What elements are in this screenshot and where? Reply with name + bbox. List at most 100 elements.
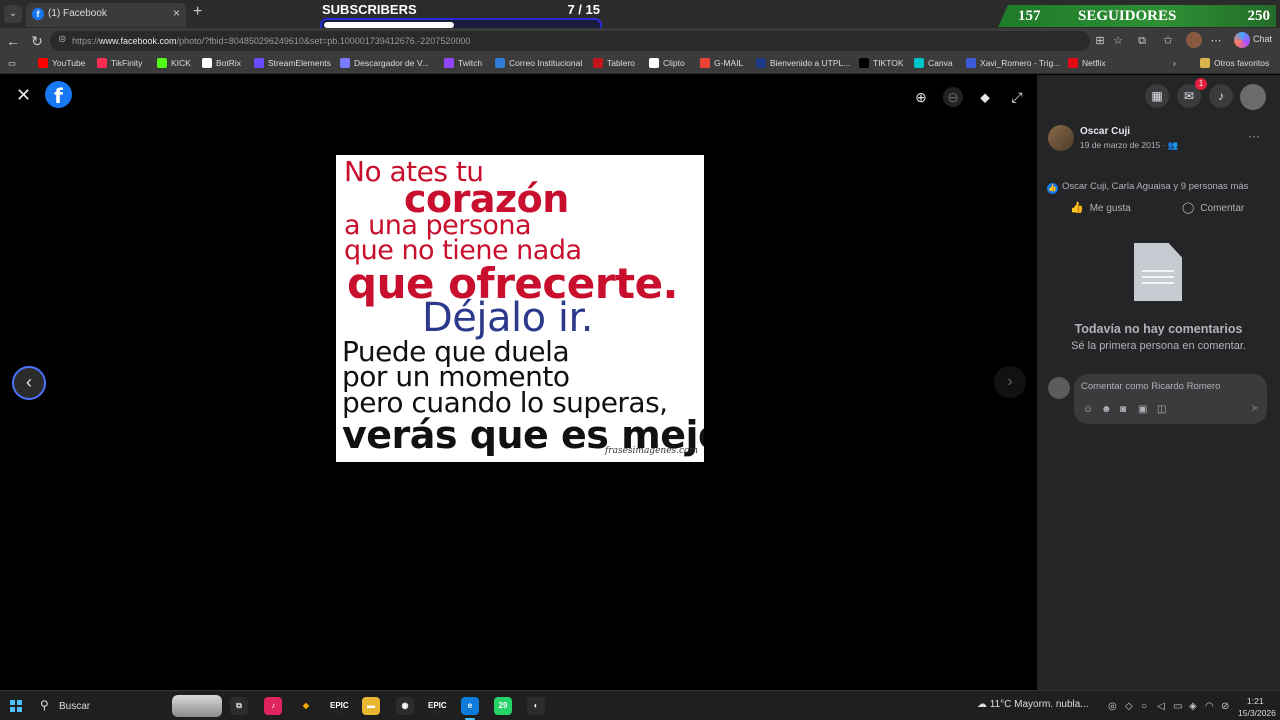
- chat-label[interactable]: Chat: [1253, 34, 1272, 44]
- favorites-icon[interactable]: ✩: [1160, 33, 1176, 49]
- author-avatar[interactable]: [1048, 125, 1074, 151]
- bell-icon[interactable]: ♪: [1209, 84, 1233, 108]
- comment-button[interactable]: ◯ Comentar: [1182, 201, 1244, 214]
- bookmark[interactable]: KICK: [157, 58, 191, 68]
- bookmark[interactable]: Descargador de V...: [340, 58, 429, 68]
- zoom-in-icon[interactable]: ⊕: [911, 87, 931, 107]
- bookmark[interactable]: Canva: [914, 58, 953, 68]
- epic-games-icon[interactable]: EPIC: [330, 697, 349, 715]
- bookmark-label: Xavi_Romero - Trig...: [980, 58, 1061, 68]
- new-tab-icon[interactable]: +: [193, 3, 202, 21]
- bookmark[interactable]: Correo Institucional: [495, 58, 582, 68]
- bookmark[interactable]: TIKTOK: [859, 58, 904, 68]
- wifi-icon[interactable]: ◠: [1205, 701, 1214, 712]
- tray-icon[interactable]: ◈: [1189, 701, 1197, 712]
- bookmark[interactable]: TikFinity: [97, 58, 142, 68]
- reload-icon[interactable]: ↻: [28, 32, 46, 50]
- url-field[interactable]: ⊜ https://www.facebook.com/photo/?fbid=8…: [50, 31, 1090, 51]
- chevron-right-icon[interactable]: ›: [1173, 58, 1176, 68]
- tablero-icon: [593, 58, 603, 68]
- gif-icon[interactable]: ▣: [1138, 404, 1147, 415]
- avatar-sticker-icon[interactable]: ☺: [1083, 404, 1093, 415]
- other-favorites[interactable]: Otros favoritos: [1200, 58, 1269, 68]
- emoji-icon[interactable]: ☻: [1101, 404, 1112, 415]
- windows-start-icon[interactable]: [10, 700, 22, 712]
- clipto-icon: [649, 58, 659, 68]
- extensions-icon[interactable]: ⧉: [1134, 33, 1150, 49]
- reactions-summary[interactable]: 👍 Oscar Cuji, Carla Aguaisa y 9 personas …: [1047, 181, 1248, 194]
- bookmark[interactable]: G-MAIL: [700, 58, 743, 68]
- fullscreen-icon[interactable]: ⤢: [1007, 87, 1027, 107]
- previous-photo-button[interactable]: ‹: [12, 366, 46, 400]
- tab-close-icon[interactable]: ×: [173, 6, 180, 20]
- post-date[interactable]: 19 de marzo de 2015 · 👥: [1080, 140, 1178, 151]
- tray-icon[interactable]: ⊘: [1221, 701, 1229, 712]
- copilot-icon[interactable]: [1234, 32, 1250, 48]
- tag-icon[interactable]: ⬥: [975, 87, 995, 107]
- search-icon[interactable]: ⚲: [40, 698, 49, 712]
- sticker-icon[interactable]: ◫: [1157, 404, 1166, 415]
- obs-icon[interactable]: ◉: [396, 697, 414, 715]
- volume-icon[interactable]: ◁: [1157, 701, 1165, 712]
- bookmark[interactable]: Tablero: [593, 58, 635, 68]
- whatsapp-tray-icon[interactable]: ◎: [1108, 701, 1117, 712]
- bookmark[interactable]: Bienvenido a UTPL...: [756, 58, 850, 68]
- edge-icon[interactable]: e: [461, 697, 479, 715]
- close-icon[interactable]: ✕: [16, 85, 31, 106]
- more-options-icon[interactable]: ···: [1248, 129, 1260, 143]
- browser-tab[interactable]: f (1) Facebook ×: [26, 3, 186, 27]
- menu-grid-icon[interactable]: ▦: [1145, 84, 1169, 108]
- document-icon: [1134, 243, 1182, 301]
- tiktok-studio-icon[interactable]: ♪: [264, 697, 282, 715]
- mail-icon: [495, 58, 505, 68]
- bookmark-label: G-MAIL: [714, 58, 744, 68]
- bookmark[interactable]: YouTube: [38, 58, 85, 68]
- tray-icon[interactable]: ○: [1141, 701, 1147, 712]
- epic-launcher-icon[interactable]: EPIC: [428, 697, 447, 715]
- clock-date[interactable]: 15/3/2026: [1238, 708, 1276, 718]
- app-install-icon[interactable]: ⊞: [1092, 33, 1108, 49]
- like-button[interactable]: 👍 Me gusta: [1070, 201, 1131, 214]
- tiktok-icon: [859, 58, 869, 68]
- bookmark[interactable]: Xavi_Romero - Trig...: [966, 58, 1060, 68]
- task-view-icon[interactable]: ⧉: [230, 697, 248, 715]
- bookmark[interactable]: Twitch: [444, 58, 482, 68]
- camera-icon[interactable]: ◙: [1120, 404, 1126, 415]
- bookmark[interactable]: Netflix: [1068, 58, 1106, 68]
- network-icon[interactable]: ▭: [1173, 701, 1182, 712]
- search-highlight-image[interactable]: [172, 695, 222, 717]
- account-avatar[interactable]: [1240, 84, 1266, 110]
- app-icon[interactable]: ◆: [297, 697, 315, 715]
- tikfinity-icon: [97, 58, 107, 68]
- facebook-logo-icon[interactable]: f: [45, 81, 72, 108]
- bookmark-label: Tablero: [607, 58, 635, 68]
- zoom-out-icon[interactable]: ⊖: [943, 87, 963, 107]
- bookmark[interactable]: BotRix: [202, 58, 241, 68]
- favorite-star-icon[interactable]: ☆: [1110, 33, 1126, 49]
- next-photo-button[interactable]: ›: [994, 366, 1026, 398]
- whatsapp-icon[interactable]: 29: [494, 697, 512, 715]
- more-menu-icon[interactable]: ⋯: [1208, 33, 1224, 49]
- tray-icon[interactable]: ◇: [1125, 701, 1133, 712]
- bookmark[interactable]: StreamElements: [254, 58, 331, 68]
- app-icon[interactable]: ◐: [527, 697, 545, 715]
- bookmark[interactable]: Clipto: [649, 58, 685, 68]
- collections-icon[interactable]: ▭: [8, 58, 16, 69]
- send-icon[interactable]: ➤: [1251, 403, 1259, 414]
- browser-profile-avatar[interactable]: [1186, 32, 1202, 48]
- weather-widget[interactable]: ☁ 11°C Mayorm. nubla...: [977, 699, 1089, 710]
- windows-logo-tile: [17, 700, 22, 705]
- bookmark-label: Canva: [928, 58, 953, 68]
- canva-icon: [914, 58, 924, 68]
- taskbar-search[interactable]: Buscar: [59, 701, 90, 712]
- comment-input[interactable]: [1081, 381, 1261, 392]
- whatsapp-badge: 29: [498, 701, 508, 710]
- clock-time[interactable]: 1:21: [1247, 696, 1264, 706]
- gmail-icon: [700, 58, 710, 68]
- tab-list-icon[interactable]: ⌄: [4, 5, 22, 23]
- site-info-icon[interactable]: ⊜: [58, 34, 66, 45]
- file-explorer-icon[interactable]: ▬: [362, 697, 380, 715]
- comment-label: Comentar: [1200, 203, 1245, 214]
- back-icon[interactable]: ←: [4, 32, 22, 50]
- post-author[interactable]: Oscar Cuji: [1080, 126, 1130, 137]
